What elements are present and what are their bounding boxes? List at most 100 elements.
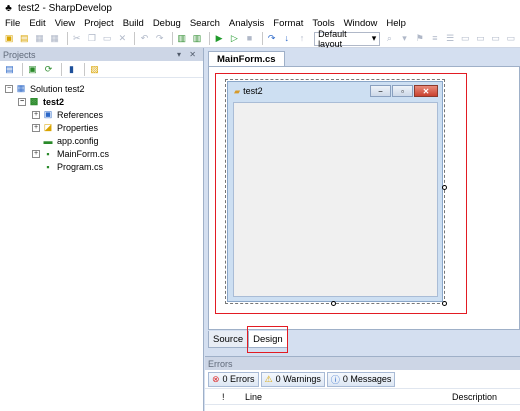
dropdown-icon[interactable]: ▾ — [398, 32, 410, 45]
form-title: test2 — [243, 86, 263, 96]
messages-filter-button[interactable]: ⓘ 0 Messages — [326, 371, 396, 387]
step-over-icon[interactable]: ↷ — [266, 32, 278, 45]
references-icon: ▣ — [43, 109, 53, 119]
project-label: test2 — [43, 96, 65, 107]
tree-item-label: Properties — [57, 122, 99, 133]
tree-item-solution[interactable]: − ▦ Solution test2 — [0, 82, 203, 95]
csharp-project-icon: ▩ — [29, 96, 39, 106]
tree-item-label: MainForm.cs — [57, 148, 110, 159]
menu-window[interactable]: Window — [344, 18, 378, 29]
menu-file[interactable]: File — [5, 18, 20, 29]
menu-bar: File Edit View Project Build Debug Searc… — [0, 16, 520, 30]
warnings-filter-button[interactable]: ⚠ 0 Warnings — [260, 371, 325, 387]
column-line[interactable]: Line — [245, 392, 262, 402]
menu-view[interactable]: View — [55, 18, 75, 29]
design-tab-highlight-box — [247, 326, 288, 353]
new-file-icon[interactable]: ▣ — [3, 32, 15, 45]
menu-format[interactable]: Format — [273, 18, 303, 29]
form-designer[interactable]: ▰ test2 − ▫ ✕ — [208, 66, 520, 330]
undo-icon[interactable]: ↶ — [138, 32, 150, 45]
toolbar-separator — [61, 62, 62, 76]
menu-search[interactable]: Search — [190, 18, 220, 29]
messages-count: 0 Messages — [342, 374, 392, 384]
csharp-file-icon: ▪ — [46, 148, 50, 159]
menu-build[interactable]: Build — [123, 18, 144, 29]
tile-icon[interactable]: ▭ — [490, 32, 502, 45]
document-area: MainForm.cs ▰ test2 − ▫ ✕ Source Design — [205, 48, 520, 354]
tree-item-app-config[interactable]: ▬ app.config — [0, 134, 203, 147]
run-without-debug-icon[interactable]: ▷ — [228, 32, 240, 45]
column-severity[interactable]: ! — [222, 392, 225, 402]
run-icon[interactable]: ▶ — [213, 32, 225, 45]
main-toolbar: ▣ ▤ ▦ ▦ ✂ ❐ ▭ ✕ ↶ ↷ ▥ ▥ ▶ ▷ ■ ↷ ↓ ↑ Defa… — [0, 29, 520, 49]
menu-project[interactable]: Project — [84, 18, 114, 29]
menu-tools[interactable]: Tools — [312, 18, 334, 29]
pane-controls[interactable]: ▾ ✕ — [177, 50, 199, 59]
step-into-icon[interactable]: ↓ — [281, 32, 293, 45]
save-icon[interactable]: ▦ — [33, 32, 45, 45]
errors-pane: Errors ⊗ 0 Errors ⚠ 0 Warnings ⓘ 0 Messa… — [205, 356, 520, 411]
layout-select[interactable]: Default layout ▾ — [314, 29, 381, 49]
outline-icon[interactable]: ☰ — [444, 32, 456, 45]
close-icon: ✕ — [414, 85, 438, 97]
design-form[interactable]: ▰ test2 − ▫ ✕ — [227, 81, 443, 302]
menu-analysis[interactable]: Analysis — [229, 18, 264, 29]
resize-handle-corner[interactable] — [442, 301, 447, 306]
show-all-files-icon[interactable]: ▣ — [26, 63, 39, 76]
form-icon: ▰ — [234, 86, 241, 96]
view-tabs: Source Design — [208, 326, 520, 353]
errors-filter-button[interactable]: ⊗ 0 Errors — [208, 371, 259, 387]
resize-handle-right[interactable] — [442, 185, 447, 190]
refresh-icon[interactable]: ⟳ — [42, 63, 55, 76]
add-item-icon[interactable]: ▨ — [88, 63, 101, 76]
menu-help[interactable]: Help — [386, 18, 406, 29]
tree-item-label: app.config — [57, 135, 99, 146]
delete-icon[interactable]: ✕ — [116, 32, 128, 45]
projects-pane: Projects ▾ ✕ ▤ ▣ ⟳ ▮ ▨ − ▦ Solution test… — [0, 48, 204, 411]
tree-item-label: Program.cs — [57, 161, 104, 172]
paste-icon[interactable]: ▭ — [101, 32, 113, 45]
title-bar: ♣ test2 - SharpDevelop — [0, 0, 520, 16]
errors-count: 0 Errors — [222, 374, 255, 384]
project-tree: − ▦ Solution test2 − ▩ test2 + ▣ Referen… — [0, 78, 203, 173]
layout-icon[interactable]: ▭ — [474, 32, 486, 45]
bookmark-icon[interactable]: ⚑ — [414, 32, 426, 45]
form-selection-frame: ▰ test2 − ▫ ✕ — [225, 79, 447, 306]
tree-item-project[interactable]: − ▩ test2 — [0, 95, 203, 108]
open-file-icon[interactable]: ▤ — [18, 32, 30, 45]
expand-icon[interactable]: + — [32, 123, 40, 132]
tab-mainform[interactable]: MainForm.cs — [208, 51, 285, 66]
tree-item-mainform[interactable]: + ▪ MainForm.cs — [0, 147, 203, 160]
build-icon[interactable]: ▥ — [176, 32, 188, 45]
redo-icon[interactable]: ↷ — [154, 32, 166, 45]
collapse-all-icon[interactable]: ▤ — [3, 63, 16, 76]
tree-item-program[interactable]: ▪ Program.cs — [0, 160, 203, 173]
save-all-icon[interactable]: ▦ — [49, 32, 61, 45]
resize-handle-bottom[interactable] — [331, 301, 336, 306]
properties-icon[interactable]: ▮ — [65, 63, 78, 76]
tab-source[interactable]: Source — [208, 331, 249, 348]
menu-debug[interactable]: Debug — [153, 18, 181, 29]
collapse-icon[interactable]: − — [5, 84, 13, 93]
column-description[interactable]: Description — [452, 392, 497, 402]
cut-icon[interactable]: ✂ — [71, 32, 83, 45]
expand-icon[interactable]: + — [32, 110, 40, 119]
form-client-area[interactable] — [233, 102, 438, 297]
cascade-icon[interactable]: ▭ — [505, 32, 517, 45]
menu-edit[interactable]: Edit — [29, 18, 45, 29]
rebuild-icon[interactable]: ▥ — [191, 32, 203, 45]
find-icon[interactable]: ⌕ — [383, 32, 395, 45]
list-icon[interactable]: ≡ — [429, 32, 441, 45]
step-out-icon[interactable]: ↑ — [296, 32, 308, 45]
tree-item-properties[interactable]: + ◪ Properties — [0, 121, 203, 134]
form-window-buttons: − ▫ ✕ — [369, 85, 438, 97]
stop-icon[interactable]: ■ — [243, 32, 255, 45]
csharp-file-icon: ▪ — [46, 161, 50, 172]
tree-item-references[interactable]: + ▣ References — [0, 108, 203, 121]
errors-filter-bar: ⊗ 0 Errors ⚠ 0 Warnings ⓘ 0 Messages — [205, 370, 520, 389]
collapse-icon[interactable]: − — [18, 97, 26, 106]
expand-icon[interactable]: + — [32, 149, 40, 158]
window-icon[interactable]: ▭ — [459, 32, 471, 45]
copy-icon[interactable]: ❐ — [86, 32, 98, 45]
toolbar-separator — [209, 32, 210, 45]
